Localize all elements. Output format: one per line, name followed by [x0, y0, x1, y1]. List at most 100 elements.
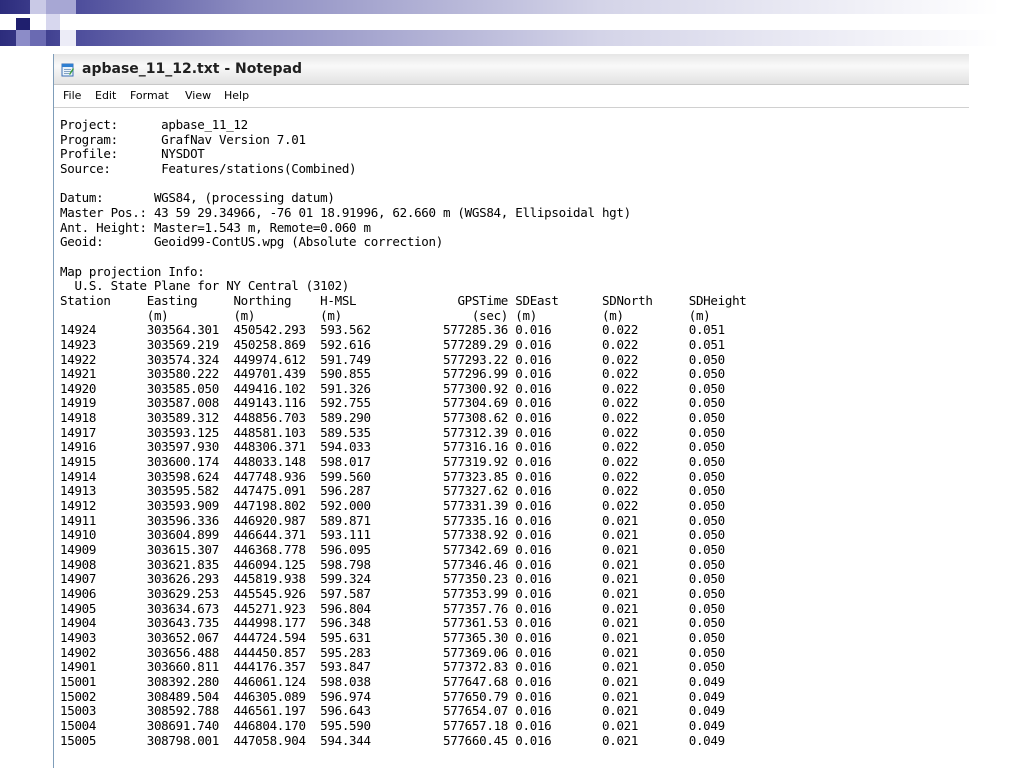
table-row: 14902 303656.488 444450.857 595.283 5773…	[60, 645, 761, 660]
table-cell: SDNorth	[602, 292, 675, 308]
table-cell: 303595.582	[146, 483, 220, 499]
table-cell: 447058.904	[233, 732, 306, 748]
table-cell: 0.016	[515, 586, 588, 601]
table-cell: 303598.624	[146, 468, 220, 484]
table-row: 14908 303621.835 446094.125 598.798 5773…	[60, 557, 761, 572]
value-datum: WGS84, (processing datum)	[153, 190, 335, 206]
table-cell: 0.050	[688, 615, 761, 631]
table-cell: 0.049	[688, 688, 761, 704]
table-cell: 599.560	[320, 468, 393, 484]
table-cell: 447475.091	[233, 483, 306, 499]
table-cell: 0.022	[602, 366, 675, 382]
table-cell: 303621.835	[146, 556, 220, 572]
table-cell: 0.050	[688, 556, 761, 572]
table-cell: 577657.18	[406, 717, 509, 733]
table-cell: 0.050	[688, 644, 761, 660]
table-cell: 0.016	[515, 600, 588, 616]
table-cell: 0.021	[602, 571, 675, 587]
table-cell: 0.050	[688, 498, 761, 514]
table-cell: 14923	[60, 336, 133, 352]
menu-edit[interactable]: Edit	[95, 89, 116, 102]
table-row: 14918 303589.312 448856.703 589.290 5773…	[60, 410, 761, 425]
value-master-pos: 43 59 29.34966, -76 01 18.91996, 62.660 …	[153, 204, 631, 220]
table-cell: 0.021	[602, 629, 675, 645]
table-cell: 15002	[60, 688, 133, 704]
table-cell: 0.051	[688, 336, 761, 352]
table-cell: 0.016	[515, 542, 588, 558]
table-cell: 592.000	[320, 498, 393, 514]
table-cell: 0.051	[688, 322, 761, 338]
table-row: 14912 303593.909 447198.802 592.000 5773…	[60, 498, 761, 513]
menu-view[interactable]: View	[185, 89, 211, 102]
table-cell: 577369.06	[406, 644, 509, 660]
notepad-icon[interactable]	[60, 62, 75, 77]
table-cell: 577365.30	[406, 629, 509, 645]
table-cell: 303604.899	[146, 527, 220, 543]
table-cell: 0.050	[688, 600, 761, 616]
value-geoid: Geoid99-ContUS.wpg (Absolute correction)	[153, 234, 443, 250]
table-cell: 14916	[60, 439, 133, 455]
table-cell: 0.021	[602, 673, 675, 689]
table-cell: 446094.125	[233, 556, 306, 572]
table-row: 14916 303597.930 448306.371 594.033 5773…	[60, 439, 761, 455]
table-cell: 0.016	[515, 732, 588, 748]
table-cell: 14912	[60, 498, 133, 514]
text-editor[interactable]: Project: apbase_11_12 Program: GrafNav V…	[60, 118, 965, 768]
map-projection-title: Map projection Info:	[60, 263, 205, 279]
table-row: 14923 303569.219 450258.869 592.616 5772…	[60, 337, 761, 352]
title-bar[interactable]: apbase_11_12.txt - Notepad	[54, 54, 969, 85]
menu-format[interactable]: Format	[130, 89, 169, 102]
map-projection-value: U.S. State Plane for NY Central (3102)	[74, 278, 350, 294]
table-cell: 577319.92	[406, 454, 509, 470]
table-cell: 0.022	[602, 380, 675, 396]
table-cell: 577293.22	[406, 351, 509, 367]
table-cell: 0.016	[515, 322, 588, 338]
table-cell: 0.049	[688, 717, 761, 733]
table-cell: 444176.357	[233, 659, 306, 675]
table-cell: 0.050	[688, 527, 761, 543]
table-cell: 0.016	[515, 439, 588, 455]
table-cell: 589.535	[320, 424, 393, 440]
decor-square	[0, 14, 16, 30]
table-cell: 303587.008	[146, 395, 220, 411]
table-cell: 446804.170	[233, 717, 306, 733]
label-geoid: Geoid:	[60, 234, 104, 250]
table-cell: 0.050	[688, 395, 761, 411]
table-cell: 0.016	[515, 454, 588, 470]
table-cell: 303580.222	[146, 366, 220, 382]
table-cell: 450542.293	[233, 322, 306, 338]
table-cell: 303600.174	[146, 454, 220, 470]
table-cell: 0.021	[602, 586, 675, 601]
table-cell: 450258.869	[233, 336, 306, 352]
table-cell	[60, 308, 132, 323]
table-cell: Station	[60, 292, 133, 308]
table-cell: 577647.68	[406, 673, 509, 689]
table-cell: 595.631	[320, 629, 393, 645]
menu-file[interactable]: File	[63, 89, 81, 102]
table-cell: 0.050	[688, 380, 761, 396]
table-cell: 448581.103	[233, 424, 306, 440]
table-cell: 0.016	[515, 424, 588, 440]
table-cell: 0.050	[688, 410, 761, 426]
table-cell: 0.050	[688, 571, 761, 587]
table-cell: 0.050	[688, 424, 761, 440]
table-cell: 303589.312	[146, 410, 220, 426]
table-cell: 577323.85	[406, 468, 509, 484]
table-cell: 303585.050	[146, 380, 220, 396]
table-cell: 0.016	[515, 498, 588, 514]
table-cell: 577654.07	[406, 703, 509, 719]
menu-help[interactable]: Help	[224, 89, 249, 102]
table-cell: 303634.673	[146, 600, 220, 616]
table-cell: 589.871	[320, 512, 393, 528]
table-cell: 449701.439	[233, 366, 306, 382]
table-cell: 0.022	[602, 439, 675, 455]
table-row: 14907 303626.293 445819.938 599.324 5773…	[60, 571, 761, 587]
table-cell: 0.016	[515, 380, 588, 396]
decor-square	[30, 30, 46, 46]
table-cell: 593.111	[320, 527, 393, 543]
table-cell: 577304.69	[406, 395, 509, 411]
table-cell: 14901	[60, 659, 133, 675]
table-cell: 14924	[60, 322, 133, 338]
table-cell: Northing	[233, 292, 306, 308]
table-cell: 0.016	[515, 673, 588, 689]
